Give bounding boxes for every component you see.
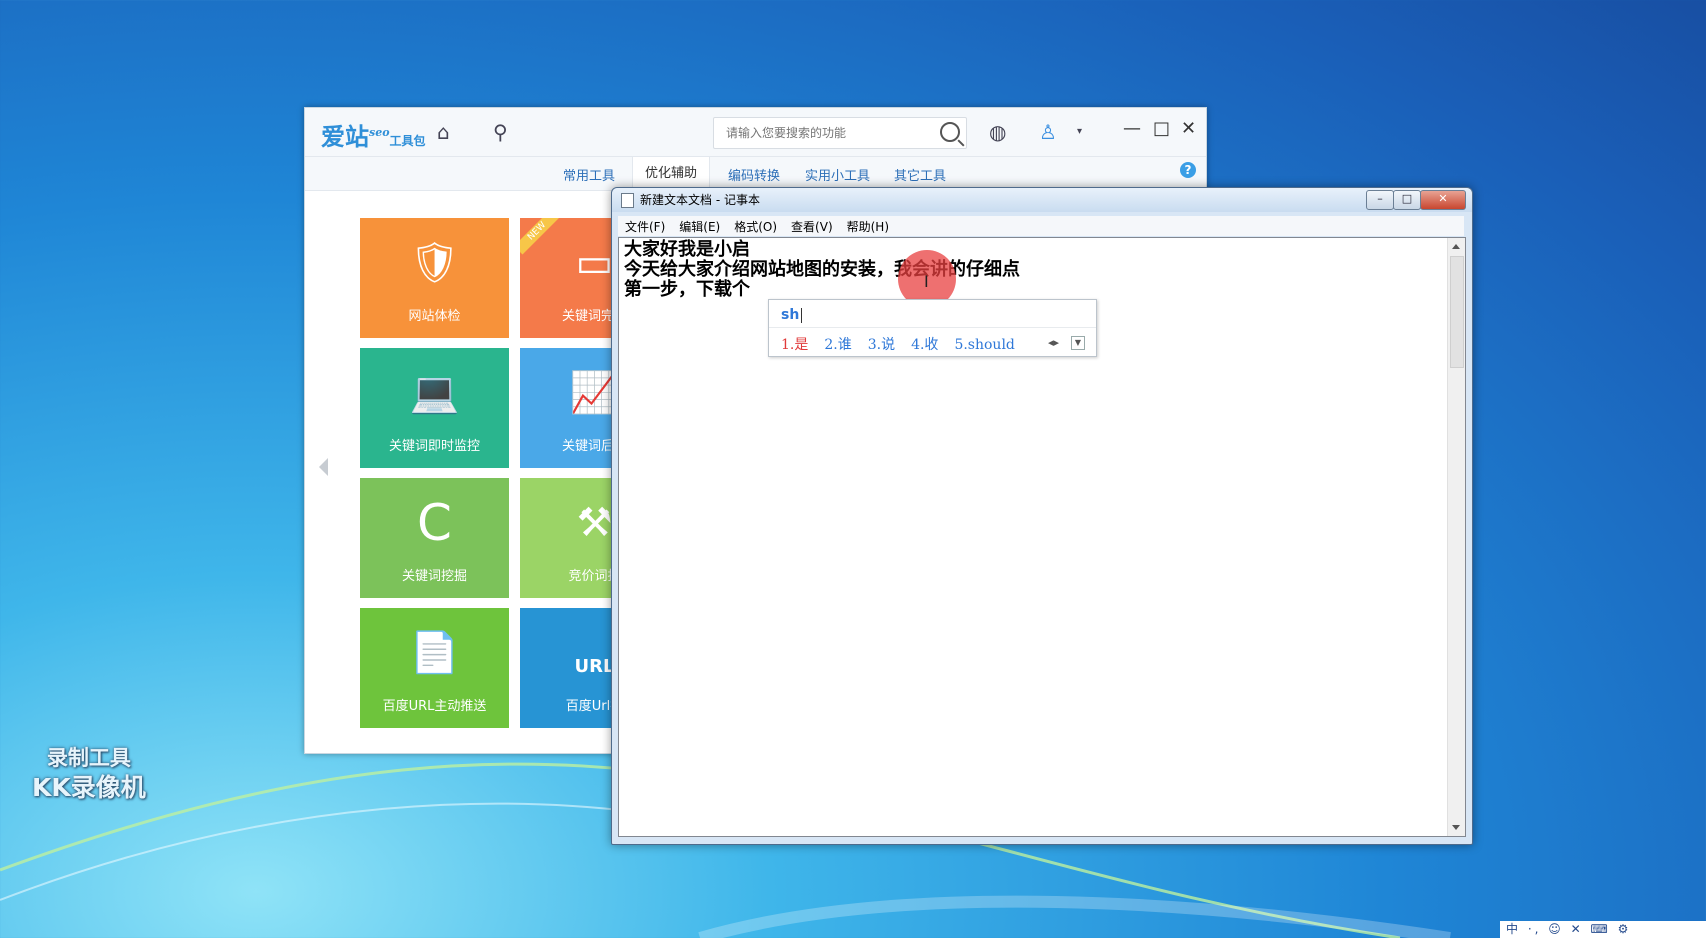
home-icon[interactable]: ⌂ xyxy=(437,120,450,144)
aizhan-logo: 爱站seo工具包 xyxy=(321,122,426,151)
carousel-left-arrow[interactable] xyxy=(319,458,328,476)
notepad-menubar: 文件(F) 编辑(E) 格式(O) 查看(V) 帮助(H) xyxy=(618,216,1464,236)
url-file-icon: URL xyxy=(574,656,615,677)
expand-icon[interactable]: ▼ xyxy=(1071,336,1085,350)
recorder-watermark: 录制工具 KK录像机 xyxy=(32,746,146,802)
notepad-title: 新建文本文档 - 记事本 xyxy=(640,193,760,207)
tile-site-checkup[interactable]: 🛡 网站体检 xyxy=(360,218,509,338)
menu-format[interactable]: 格式(O) xyxy=(727,216,784,237)
minimize-button[interactable]: – xyxy=(1366,190,1394,210)
account-icon[interactable]: ♙ xyxy=(1039,120,1057,144)
notepad-content: 大家好我是小启 今天给大家介绍网站地图的安装，我会讲的仔细点 第一步，下载个 xyxy=(624,240,1020,300)
tab-encoding[interactable]: 编码转换 xyxy=(728,165,780,184)
page-arrows-icon[interactable]: ◂▸ xyxy=(1048,336,1059,349)
ime-candidate-window: sh 1.是 2.谁 3.说 4.收 5.should ◂▸ ▼ xyxy=(768,299,1097,357)
aizhan-header: 爱站seo工具包 ⌂ ⚲ ◍ ♙ ▾ — □ ✕ xyxy=(305,108,1206,157)
tab-common-tools[interactable]: 常用工具 xyxy=(563,165,615,184)
notepad-titlebar[interactable]: 新建文本文档 - 记事本 – □ ✕ xyxy=(612,188,1472,212)
notepad-icon xyxy=(621,193,634,208)
tile-keyword-mining[interactable]: C 关键词挖掘 xyxy=(360,478,509,598)
tile-keyword-monitor[interactable]: 💻 关键词即时监控 xyxy=(360,348,509,468)
divider xyxy=(769,327,1096,328)
help-icon[interactable]: ? xyxy=(1180,162,1196,178)
new-badge: NEW xyxy=(520,218,561,255)
search-box xyxy=(713,117,967,149)
ime-composition: sh xyxy=(781,307,802,323)
maximize-button[interactable]: □ xyxy=(1393,190,1421,210)
laptop-wifi-icon: 💻 xyxy=(409,370,460,416)
tab-other-tools[interactable]: 其它工具 xyxy=(894,165,946,184)
menu-view[interactable]: 查看(V) xyxy=(784,216,840,237)
search-input[interactable] xyxy=(724,118,928,148)
minimize-icon[interactable]: — xyxy=(1123,118,1141,139)
tab-optimization[interactable]: 优化辅助 xyxy=(632,157,711,190)
ime-candidate[interactable]: 3.说 xyxy=(868,337,895,353)
menu-file[interactable]: 文件(F) xyxy=(618,216,672,237)
text-line: 今天给大家介绍网站地图的安装，我会讲的仔细点 xyxy=(624,259,1020,280)
monitor-chart-icon: ▭ xyxy=(575,240,614,286)
ime-candidate[interactable]: 4.收 xyxy=(911,337,938,353)
tab-utilities[interactable]: 实用小工具 xyxy=(805,165,870,184)
ime-candidate[interactable]: 2.谁 xyxy=(824,337,851,353)
ime-candidate[interactable]: 1.是 xyxy=(781,337,808,353)
ime-candidate-list: 1.是 2.谁 3.说 4.收 5.should xyxy=(781,334,1031,354)
vertical-scrollbar[interactable] xyxy=(1447,238,1465,836)
ime-candidate[interactable]: 5.should xyxy=(954,337,1014,353)
tile-baidu-url-push[interactable]: 📄 百度URL主动推送 xyxy=(360,608,509,728)
search-icon[interactable] xyxy=(940,122,960,142)
scroll-down-icon[interactable] xyxy=(1452,825,1460,830)
scroll-up-icon[interactable] xyxy=(1452,244,1460,249)
scroll-thumb[interactable] xyxy=(1450,256,1464,368)
notepad-window: 新建文本文档 - 记事本 – □ ✕ 文件(F) 编辑(E) 格式(O) 查看(V) 帮… xyxy=(611,187,1473,845)
maximize-icon[interactable]: □ xyxy=(1153,118,1170,139)
skin-icon[interactable]: ◍ xyxy=(989,120,1006,144)
menu-help[interactable]: 帮助(H) xyxy=(840,216,896,237)
aizhan-tab-bar: 常用工具 优化辅助 编码转换 实用小工具 其它工具 ? xyxy=(305,157,1206,191)
shield-stethoscope-icon: 🛡 xyxy=(409,240,460,286)
close-button[interactable]: ✕ xyxy=(1420,190,1466,210)
system-tray[interactable]: 中 ·, ☺ ✕ ⌨ ⚙ xyxy=(1500,921,1706,938)
c-logo-icon: C xyxy=(417,494,452,552)
close-icon[interactable]: ✕ xyxy=(1181,118,1196,139)
gavel-icon: ⚒ xyxy=(576,500,613,546)
text-cursor-icon: I xyxy=(924,272,929,291)
file-arrow-icon: 📄 xyxy=(409,630,460,676)
text-line: 第一步，下载个 xyxy=(624,279,750,300)
user-settings-icon[interactable]: ⚲ xyxy=(493,120,508,144)
menu-edit[interactable]: 编辑(E) xyxy=(672,216,727,237)
text-line: 大家好我是小启 xyxy=(624,239,750,260)
chevron-down-icon[interactable]: ▾ xyxy=(1077,126,1082,137)
